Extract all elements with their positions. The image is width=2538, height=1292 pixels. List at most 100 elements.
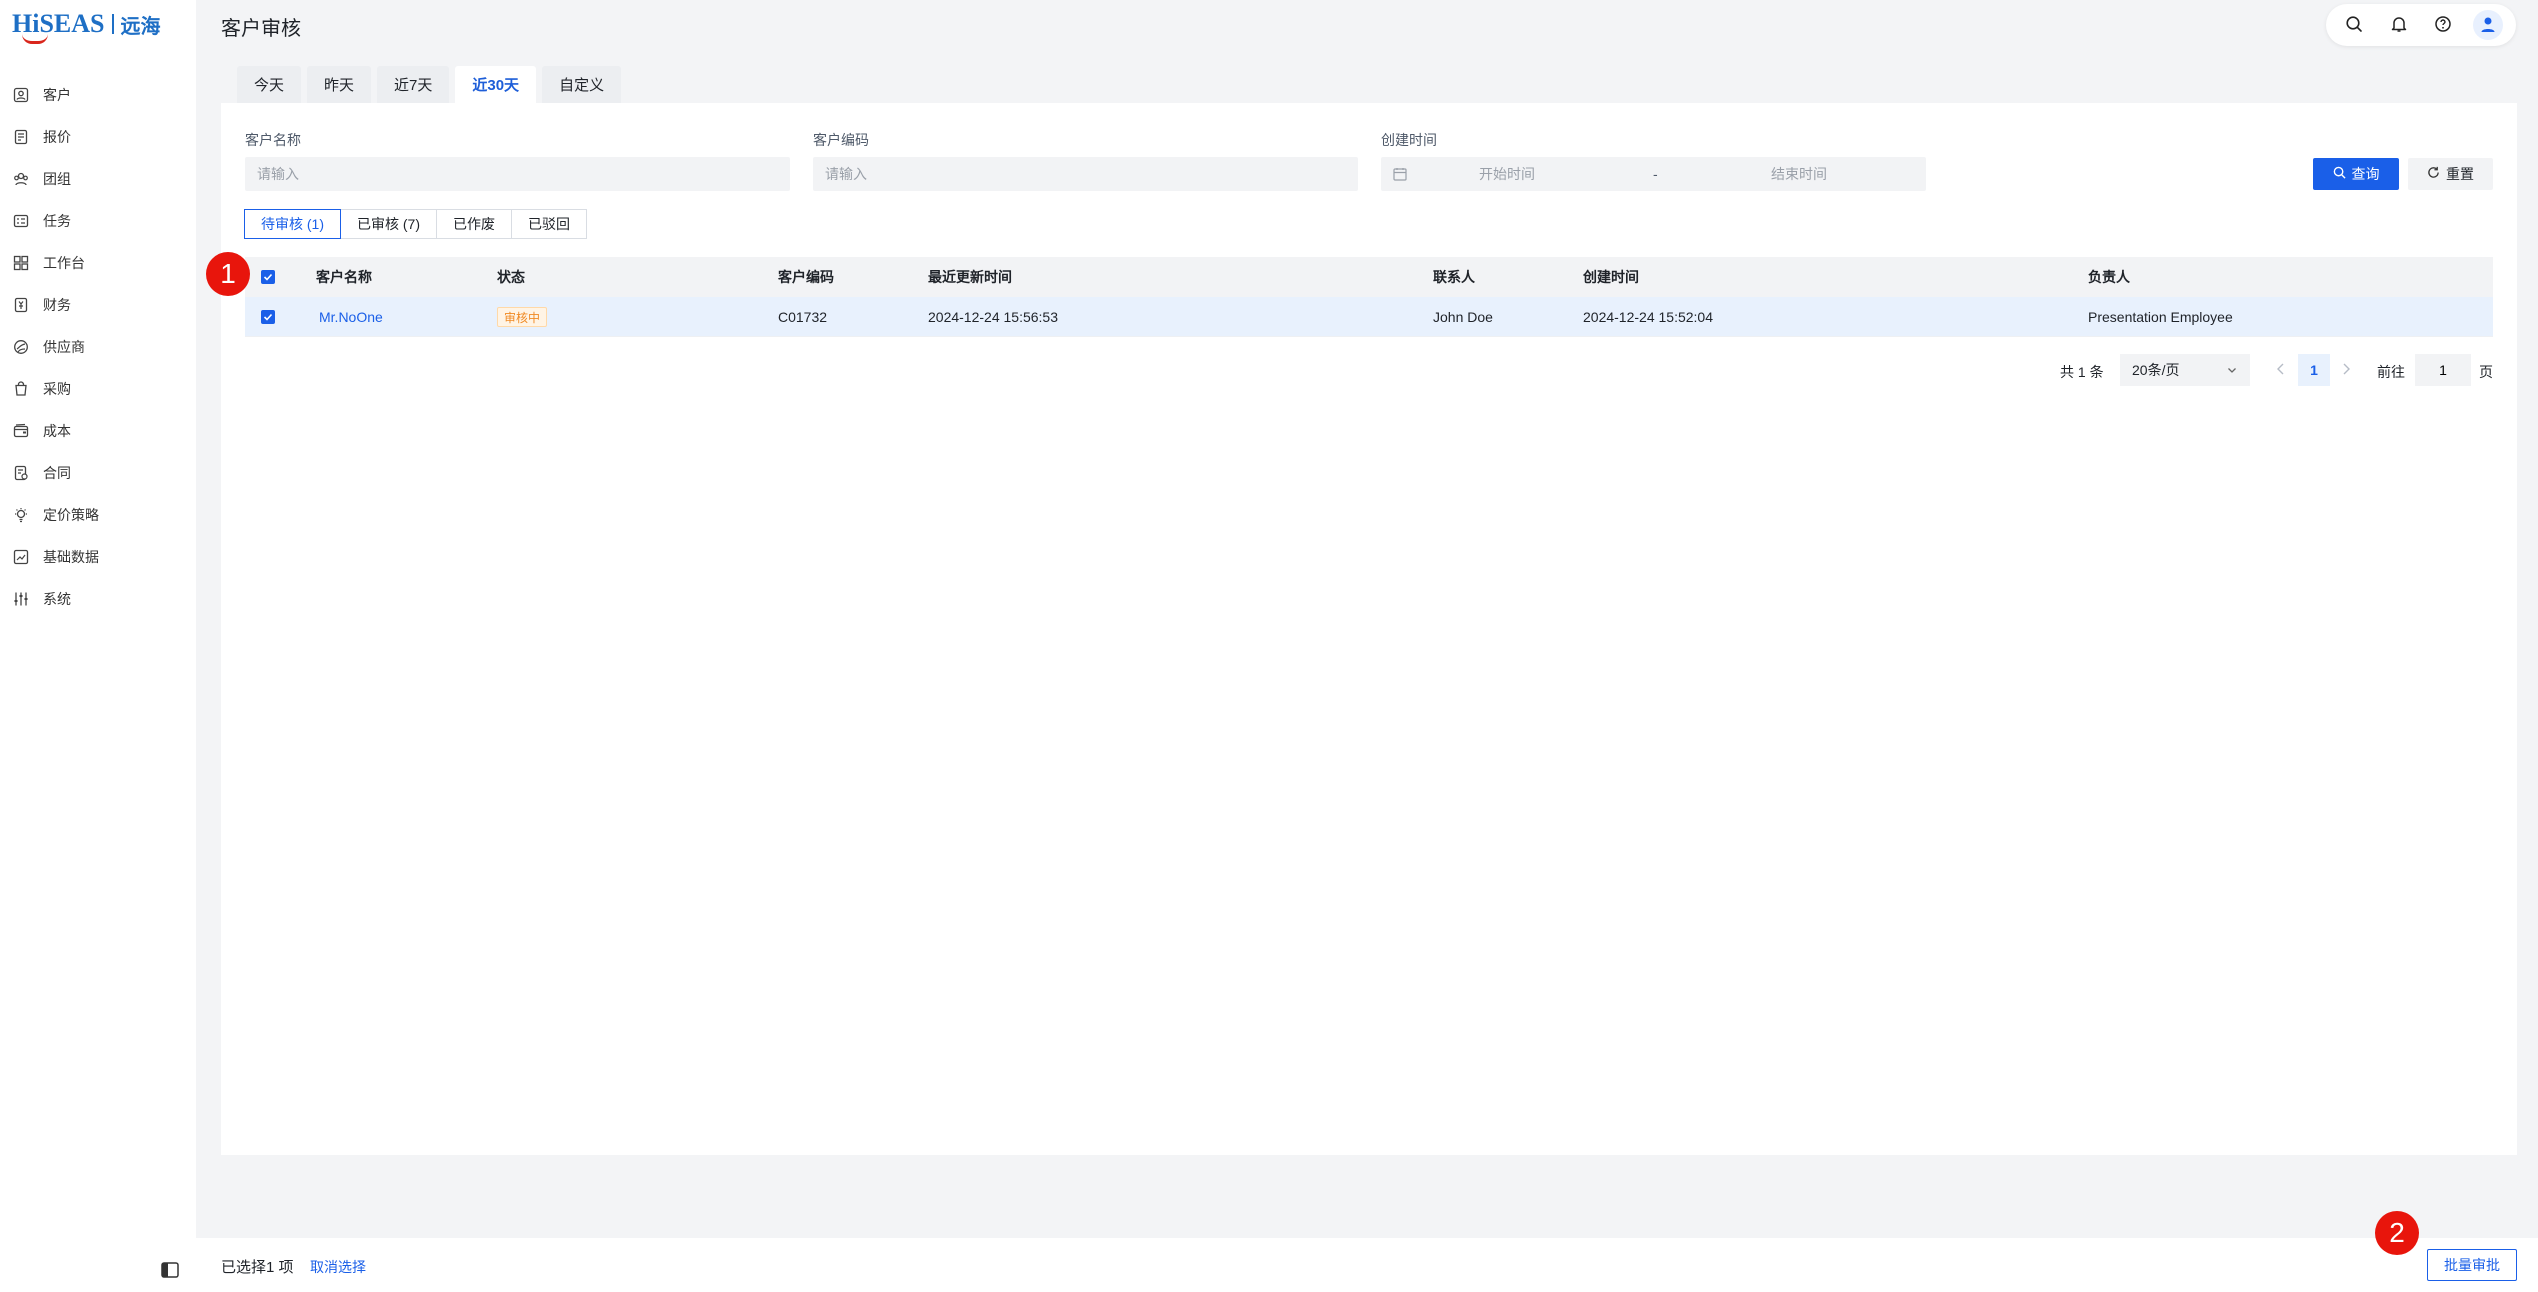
sidebar-item-finance[interactable]: 财务 — [0, 284, 196, 326]
sidebar-item-pricing[interactable]: 定价策略 — [0, 494, 196, 536]
batch-action-bar: 已选择1 项 取消选择 批量审批 — [196, 1238, 2538, 1292]
sidebar-item-task[interactable]: 任务 — [0, 200, 196, 242]
sidebar-item-workbench[interactable]: 工作台 — [0, 242, 196, 284]
customer-name-label: 客户名称 — [245, 132, 301, 148]
sidebar-toggle-icon — [160, 1262, 180, 1283]
calendar-icon — [1393, 167, 1409, 181]
contact-cell: John Doe — [1433, 309, 1493, 325]
search-query-label: 查询 — [2351, 166, 2380, 182]
tab-custom[interactable]: 自定义 — [542, 66, 622, 103]
annotation-marker-1: 1 — [206, 252, 250, 296]
sidebar-item-label: 客户 — [43, 87, 71, 103]
logo-smile-mark — [22, 34, 48, 44]
tab-reviewed[interactable]: 已审核 (7) — [340, 209, 437, 239]
page-number-current[interactable]: 1 — [2298, 354, 2330, 386]
notifications-button[interactable] — [2384, 10, 2414, 40]
goto-page-input[interactable] — [2415, 354, 2471, 386]
sidebar-item-contract[interactable]: 合同 — [0, 452, 196, 494]
logo[interactable]: HiSEAS 远海 — [12, 6, 161, 44]
finance-icon — [13, 297, 29, 313]
column-header-name[interactable]: 客户名称 — [316, 257, 372, 297]
cancel-selection-link[interactable]: 取消选择 — [310, 1257, 366, 1277]
checkbox-checked — [261, 310, 275, 324]
page-unit-label: 页 — [2479, 364, 2493, 380]
row-checkbox[interactable] — [261, 297, 275, 337]
search-query-button[interactable]: 查询 — [2313, 158, 2399, 190]
customer-name-input[interactable] — [245, 157, 790, 191]
chevron-left-icon — [2277, 363, 2284, 375]
column-header-updated[interactable]: 最近更新时间 — [928, 257, 1012, 297]
sidebar-collapse-button[interactable] — [160, 1260, 180, 1280]
user-icon — [2479, 15, 2497, 36]
checkbox-checked — [261, 270, 275, 284]
avatar[interactable] — [2472, 10, 2503, 40]
sidebar-item-quote[interactable]: 报价 — [0, 116, 196, 158]
selected-count: 已选择1 项 — [221, 1259, 294, 1276]
created-time-range-picker[interactable]: 开始时间 - 结束时间 — [1381, 157, 1926, 191]
customer-code-label: 客户编码 — [813, 132, 869, 148]
tab-pending-review[interactable]: 待审核 (1) — [244, 209, 341, 239]
search-icon — [2333, 166, 2346, 182]
search-button[interactable] — [2339, 10, 2369, 40]
customer-icon — [13, 87, 29, 103]
select-all-checkbox[interactable] — [261, 257, 275, 297]
customer-name-link[interactable]: Mr.NoOne — [319, 297, 383, 337]
sidebar-item-customer[interactable]: 客户 — [0, 74, 196, 116]
logo-divider — [111, 14, 114, 34]
workbench-icon — [13, 255, 29, 271]
sidebar: HiSEAS 远海 客户 报价 团组 任务 工作台 财务 供应商 采购 成本 合… — [0, 0, 196, 1292]
tab-voided[interactable]: 已作废 — [436, 209, 512, 239]
start-time-placeholder: 开始时间 — [1479, 166, 1535, 182]
column-header-owner[interactable]: 负责人 — [2088, 257, 2130, 297]
help-button[interactable] — [2428, 10, 2458, 40]
sidebar-item-label: 财务 — [43, 297, 71, 313]
table-row[interactable]: Mr.NoOne 审核中 C01732 2024-12-24 15:56:53 … — [245, 297, 2493, 337]
pagination: 共 1 条 20条/页 1 前往 页 — [0, 354, 2538, 386]
tab-last-30-days[interactable]: 近30天 — [455, 66, 537, 103]
owner-cell: Presentation Employee — [2088, 309, 2233, 325]
sidebar-item-group[interactable]: 团组 — [0, 158, 196, 200]
batch-approve-button[interactable]: 批量审批 — [2427, 1249, 2517, 1281]
tab-last-7-days[interactable]: 近7天 — [377, 66, 450, 103]
column-header-status[interactable]: 状态 — [497, 257, 525, 297]
annotation-marker-2: 2 — [2375, 1211, 2419, 1255]
chevron-right-icon — [2343, 363, 2350, 375]
bell-icon — [2390, 15, 2408, 36]
basic-data-icon — [13, 549, 29, 565]
sidebar-item-system[interactable]: 系统 — [0, 578, 196, 620]
column-header-created[interactable]: 创建时间 — [1583, 257, 1639, 297]
pagination-total: 共 1 条 — [2060, 364, 2104, 380]
sidebar-item-basic-data[interactable]: 基础数据 — [0, 536, 196, 578]
sidebar-item-label: 报价 — [43, 129, 71, 145]
end-time-placeholder: 结束时间 — [1771, 166, 1827, 182]
sidebar-item-label: 团组 — [43, 171, 71, 187]
created-time-label: 创建时间 — [1381, 132, 1437, 148]
task-icon — [13, 213, 29, 229]
tab-yesterday[interactable]: 昨天 — [307, 66, 372, 103]
sidebar-item-label: 定价策略 — [43, 507, 99, 523]
contract-icon — [13, 465, 29, 481]
supplier-icon — [13, 339, 29, 355]
sidebar-item-label: 成本 — [43, 423, 71, 439]
sidebar-item-label: 合同 — [43, 465, 71, 481]
status-tabs: 待审核 (1) 已审核 (7) 已作废 已驳回 — [244, 209, 587, 239]
help-icon — [2434, 15, 2452, 36]
customer-review-table: 客户名称 状态 客户编码 最近更新时间 联系人 创建时间 负责人 Mr.NoOn… — [245, 257, 2493, 337]
next-page-button[interactable] — [2340, 362, 2352, 379]
tab-today[interactable]: 今天 — [237, 66, 302, 103]
column-header-code[interactable]: 客户编码 — [778, 257, 834, 297]
sidebar-item-label: 工作台 — [43, 255, 85, 271]
prev-page-button[interactable] — [2275, 362, 2287, 379]
customer-code-input[interactable] — [813, 157, 1358, 191]
reset-button[interactable]: 重置 — [2408, 158, 2493, 190]
sidebar-item-cost[interactable]: 成本 — [0, 410, 196, 452]
tab-rejected[interactable]: 已驳回 — [511, 209, 587, 239]
range-separator: - — [1653, 166, 1658, 182]
page-size-select[interactable]: 20条/页 — [2120, 354, 2250, 386]
quote-icon — [13, 129, 29, 145]
group-icon — [13, 171, 29, 187]
status-badge: 审核中 — [497, 307, 548, 327]
column-header-contact[interactable]: 联系人 — [1433, 257, 1475, 297]
status-cell: 审核中 — [497, 297, 548, 337]
customer-code-cell: C01732 — [778, 309, 828, 325]
